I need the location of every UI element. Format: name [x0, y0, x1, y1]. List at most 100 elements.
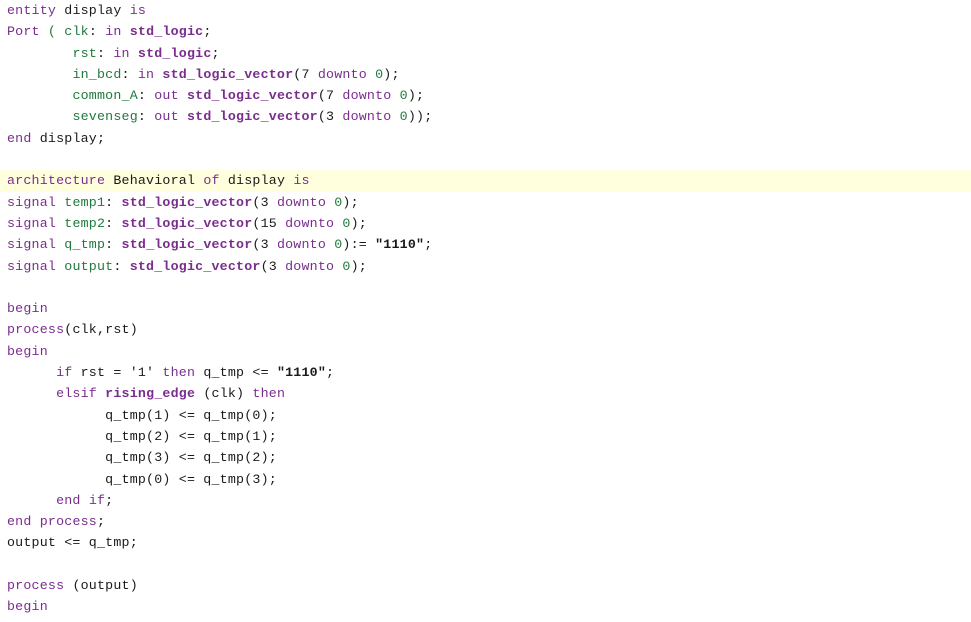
- code-line[interactable]: sevenseg: out std_logic_vector(3 downto …: [0, 106, 971, 127]
- code-line[interactable]: signal output: std_logic_vector(3 downto…: [0, 256, 971, 277]
- code-token-kw: signal: [7, 194, 57, 210]
- code-token-plain: (3: [260, 258, 286, 274]
- code-token-type: rising_edge: [105, 386, 196, 402]
- code-line[interactable]: q_tmp(2) <= q_tmp(1);: [0, 426, 971, 447]
- code-line[interactable]: end if;: [0, 490, 971, 511]
- code-token-plain: :: [96, 45, 114, 61]
- code-line[interactable]: q_tmp(1) <= q_tmp(0);: [0, 405, 971, 426]
- code-token-plain: ):=: [342, 237, 376, 253]
- code-token-plain: );: [350, 258, 367, 274]
- code-line[interactable]: common_A: out std_logic_vector(7 downto …: [0, 85, 971, 106]
- code-token-plain: Behavioral: [113, 173, 196, 189]
- code-token-id: output: [64, 258, 114, 274]
- code-token-num: 0: [342, 258, 351, 274]
- code-line[interactable]: signal temp2: std_logic_vector(15 downto…: [0, 213, 971, 234]
- code-line[interactable]: begin: [0, 341, 971, 362]
- code-token-kw: process: [39, 514, 97, 530]
- code-token-kw: is: [129, 3, 147, 18]
- code-line[interactable]: in_bcd: in std_logic_vector(7 downto 0);: [0, 64, 971, 85]
- code-line-blank[interactable]: [0, 149, 971, 170]
- code-token-kw: downto: [342, 88, 392, 104]
- code-line-blank[interactable]: [0, 277, 971, 298]
- code-line[interactable]: end display;: [0, 128, 971, 149]
- code-token-plain: :: [137, 109, 155, 125]
- code-line[interactable]: architecture Behavioral of display is: [0, 170, 971, 192]
- code-line[interactable]: q_tmp(3) <= q_tmp(2);: [0, 447, 971, 468]
- code-token-kw: out: [154, 109, 179, 125]
- code-line[interactable]: begin: [0, 596, 971, 617]
- code-line[interactable]: signal temp1: std_logic_vector(3 downto …: [0, 192, 971, 213]
- code-token-plain: :: [121, 66, 138, 82]
- code-token-plain: (7: [317, 88, 343, 104]
- code-token-kw: downto: [285, 258, 335, 274]
- code-line[interactable]: Port ( clk: in std_logic;: [0, 21, 971, 42]
- code-line[interactable]: q_tmp(0) <= q_tmp(3);: [0, 469, 971, 490]
- code-token-plain: :: [105, 237, 122, 253]
- code-token-plain: );: [350, 215, 367, 231]
- code-token-kw: process: [7, 322, 65, 338]
- code-listing[interactable]: entity display is Port ( clk: in std_logi…: [0, 0, 971, 622]
- code-token-kw: begin: [7, 599, 48, 615]
- code-token-kw: downto: [276, 237, 327, 253]
- code-token-type: std_logic: [129, 24, 204, 40]
- code-token-kw: in: [113, 45, 130, 61]
- code-token-num: 0: [342, 215, 351, 231]
- code-token-plain: q_tmp(3) <= q_tmp(2);: [105, 450, 277, 466]
- code-token-plain: ;: [97, 514, 106, 530]
- code-token-id: temp2: [64, 215, 106, 231]
- code-token-kw: entity: [7, 3, 57, 18]
- code-line[interactable]: elsif rising_edge (clk) then: [0, 383, 971, 404]
- code-token-kw: signal: [7, 237, 57, 253]
- code-token-id: (: [47, 24, 57, 40]
- code-token-plain: :: [105, 194, 122, 210]
- code-token-plain: (3: [317, 109, 343, 125]
- code-token-kw: end: [7, 514, 32, 530]
- code-line[interactable]: if rst = '1' then q_tmp <= "1110";: [0, 362, 971, 383]
- code-token-plain: (3: [252, 237, 277, 253]
- code-token-num: 0: [399, 109, 408, 125]
- code-line[interactable]: rst: in std_logic;: [0, 43, 971, 64]
- code-token-plain: :: [88, 24, 106, 40]
- code-token-kw: end: [56, 492, 81, 508]
- code-token-plain: rst = '1': [72, 365, 163, 381]
- code-token-id: clk: [64, 24, 89, 40]
- code-token-type: std_logic_vector: [186, 88, 318, 104]
- code-line-blank[interactable]: [0, 554, 971, 575]
- code-token-plain: :: [137, 88, 155, 104]
- code-token-num: 0: [399, 88, 408, 104]
- code-line[interactable]: begin: [0, 298, 971, 319]
- code-token-kw: of: [203, 173, 220, 189]
- code-line[interactable]: process(clk,rst): [0, 319, 971, 340]
- code-line[interactable]: signal q_tmp: std_logic_vector(3 downto …: [0, 234, 971, 255]
- code-line[interactable]: entity display is: [0, 0, 971, 21]
- code-line[interactable]: process (output): [0, 575, 971, 596]
- code-token-id: in_bcd: [72, 66, 122, 82]
- code-token-type: std_logic_vector: [121, 194, 253, 210]
- code-token-kw: then: [252, 386, 286, 402]
- code-token-kw: Port: [7, 24, 40, 40]
- code-line[interactable]: output <= q_tmp;: [0, 532, 971, 553]
- code-token-kw: downto: [285, 215, 335, 231]
- code-token-kw: downto: [276, 194, 327, 210]
- code-token-kw: elsif: [56, 386, 97, 402]
- code-line[interactable]: end process;: [0, 511, 971, 532]
- code-token-plain: output <= q_tmp;: [7, 535, 138, 551]
